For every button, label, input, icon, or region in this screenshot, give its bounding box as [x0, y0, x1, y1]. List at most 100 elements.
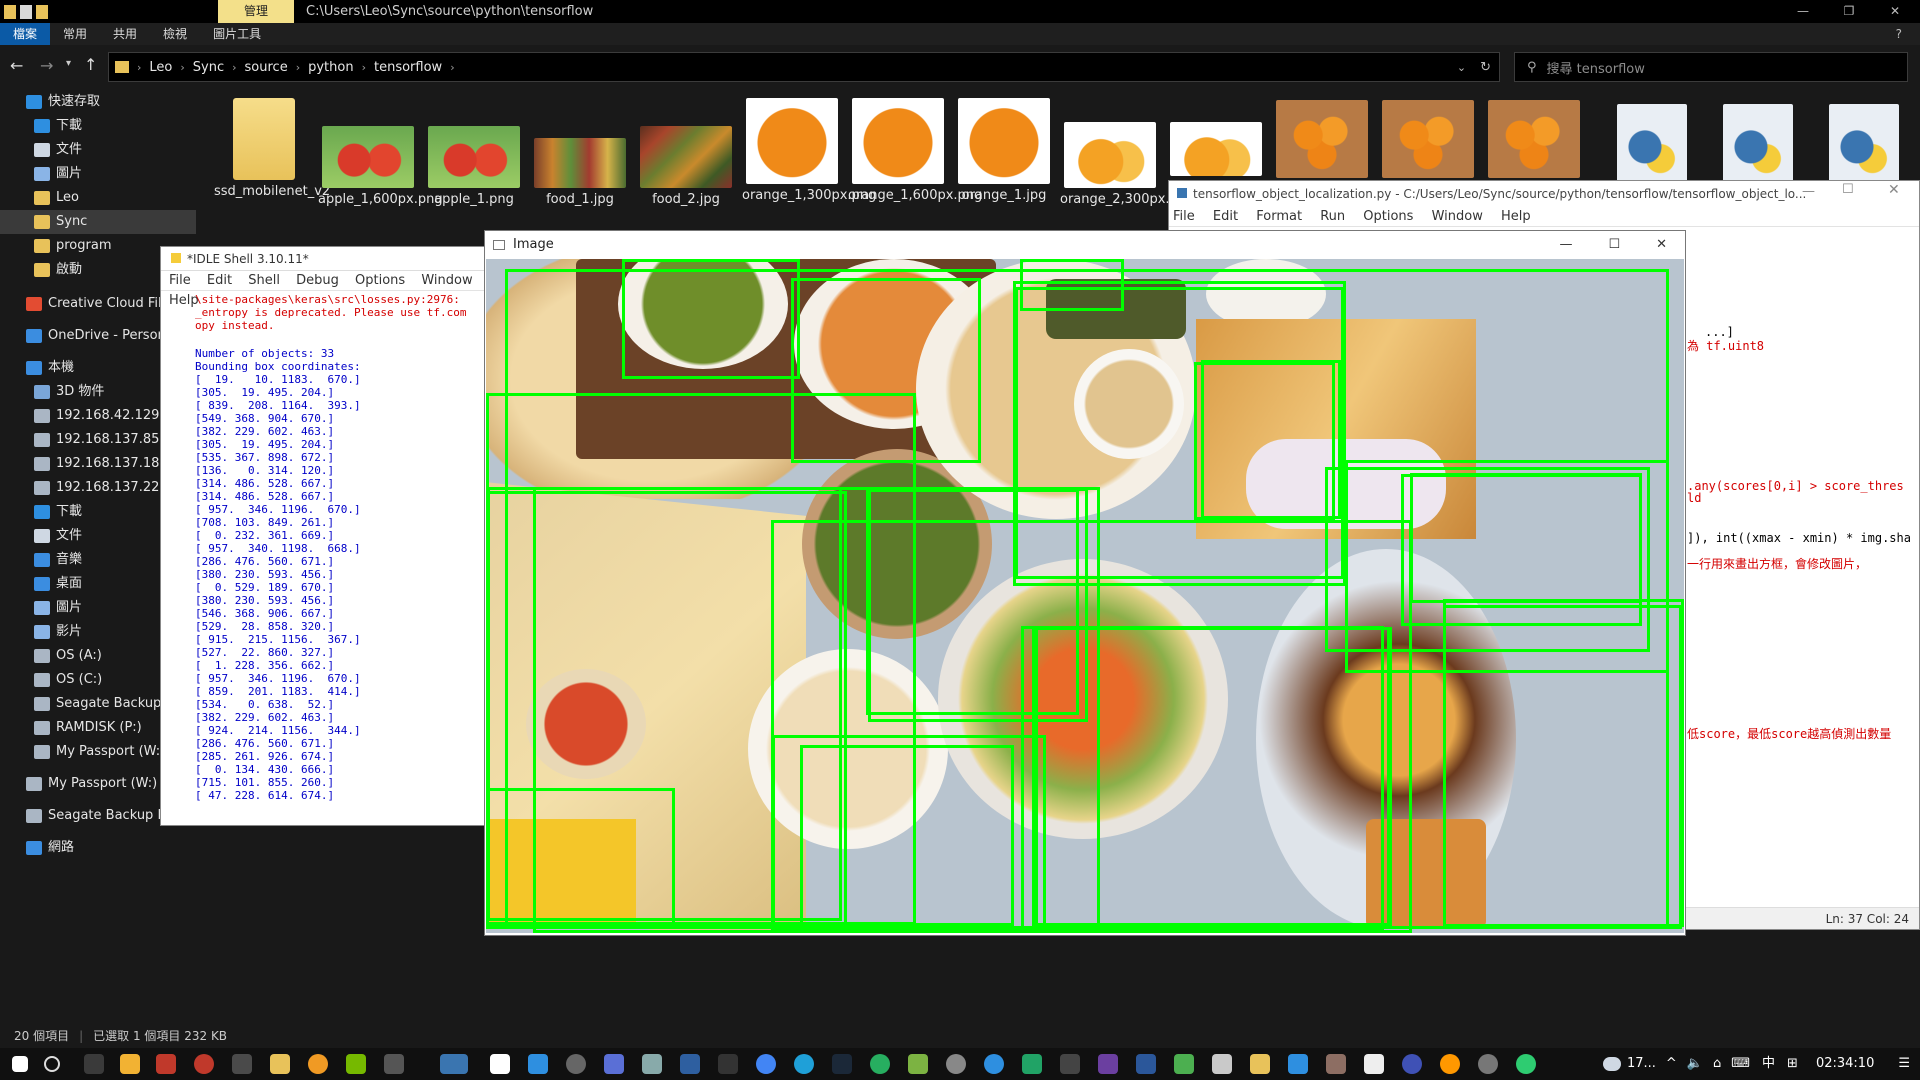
app-icon[interactable] [1174, 1054, 1194, 1074]
help-icon[interactable]: ? [1896, 27, 1902, 41]
properties-icon[interactable] [20, 4, 32, 19]
app-icon[interactable] [1288, 1054, 1308, 1074]
nav-documents[interactable]: 文件 [34, 138, 82, 162]
app-icon[interactable] [232, 1054, 252, 1074]
file-item[interactable]: orange_1,600px.png [848, 98, 982, 204]
app-icon[interactable] [984, 1054, 1004, 1074]
app-icon[interactable] [908, 1054, 928, 1074]
menu-options[interactable]: Options [1363, 209, 1413, 224]
image-close-button[interactable]: ✕ [1656, 231, 1667, 259]
file-item[interactable]: orange_1.jpg [954, 98, 1054, 204]
terminal-icon[interactable] [84, 1054, 104, 1074]
nav-my-passport-pc[interactable]: My Passport (W:) [34, 740, 165, 764]
breadcrumb-tensorflow[interactable]: tensorflow [374, 60, 442, 75]
editor-minimize-button[interactable]: — [1802, 184, 1815, 199]
app-icon[interactable] [1326, 1054, 1346, 1074]
file-item[interactable] [1166, 98, 1266, 180]
clock[interactable]: 02:34:10 [1816, 1048, 1874, 1080]
nav-onedrive[interactable]: OneDrive - Personal [26, 324, 177, 348]
file-item[interactable]: food_2.jpg [636, 98, 736, 208]
up-arrow-icon[interactable]: ↑ [84, 55, 97, 74]
tab-view[interactable]: 檢視 [150, 23, 200, 45]
menu-format[interactable]: Format [1256, 209, 1302, 224]
tab-file[interactable]: 檔案 [0, 23, 51, 45]
nav-ramdisk[interactable]: RAMDISK (P:) [34, 716, 142, 740]
teams-icon[interactable] [604, 1054, 624, 1074]
nav-music[interactable]: 音樂 [34, 548, 82, 572]
editor-close-button[interactable]: ✕ [1888, 182, 1900, 198]
breadcrumb-source[interactable]: source [245, 60, 288, 75]
keyboard-icon[interactable]: ⌨ [1731, 1048, 1750, 1080]
image-maximize-button[interactable]: ☐ [1608, 231, 1620, 259]
file-item[interactable]: orange_2,300px.png [1060, 98, 1194, 208]
nav-network[interactable]: 網路 [26, 836, 74, 860]
app-icon[interactable] [1060, 1054, 1080, 1074]
nav-startup[interactable]: 啟動 [34, 258, 82, 282]
input-mode-icon[interactable]: ⊞ [1787, 1048, 1798, 1080]
app-icon[interactable] [566, 1054, 586, 1074]
nav-pictures[interactable]: 圖片 [34, 162, 82, 186]
refresh-icon[interactable]: ↻ [1480, 60, 1491, 75]
nav-desktop[interactable]: 桌面 [34, 572, 82, 596]
menu-file[interactable]: File [1173, 209, 1195, 224]
maximize-button[interactable]: ❐ [1826, 0, 1872, 23]
app-icon[interactable] [870, 1054, 890, 1074]
menu-shell[interactable]: Shell [248, 273, 280, 288]
breadcrumb-leo[interactable]: Leo [149, 60, 172, 75]
new-folder-icon[interactable] [36, 4, 48, 19]
steam-icon[interactable] [832, 1054, 852, 1074]
image-minimize-button[interactable]: — [1559, 231, 1572, 259]
file-item[interactable]: orange_1,300px.png [742, 98, 876, 204]
app-icon[interactable] [120, 1054, 140, 1074]
menu-file[interactable]: File [169, 273, 191, 288]
app-icon[interactable] [642, 1054, 662, 1074]
close-button[interactable]: ✕ [1872, 0, 1918, 23]
menu-window[interactable]: Window [1432, 209, 1483, 224]
nav-quick-access[interactable]: 快速存取 [26, 90, 100, 114]
app-icon[interactable] [1098, 1054, 1118, 1074]
menu-options[interactable]: Options [355, 273, 405, 288]
file-item[interactable] [1378, 98, 1478, 182]
file-item[interactable]: food_1.jpg [530, 98, 630, 208]
chrome-icon[interactable] [756, 1054, 776, 1074]
nav-creative-cloud[interactable]: Creative Cloud Files [26, 292, 176, 316]
tab-picture-tools[interactable]: 圖片工具 [200, 23, 274, 45]
file-item[interactable]: apple_1,600px.png [318, 98, 443, 208]
menu-edit[interactable]: Edit [1213, 209, 1238, 224]
recent-chevron-icon[interactable]: ▾ [66, 58, 71, 69]
app-icon[interactable] [946, 1054, 966, 1074]
file-item[interactable]: ssd_mobilenet_v2 [214, 98, 330, 200]
nav-downloads[interactable]: 下載 [34, 114, 82, 138]
weather-icon[interactable] [1602, 1057, 1621, 1071]
nav-pc-documents[interactable]: 文件 [34, 524, 82, 548]
file-item[interactable] [1814, 98, 1914, 186]
back-arrow-icon[interactable]: ← [10, 56, 23, 75]
app-icon[interactable] [1136, 1054, 1156, 1074]
nav-pc-downloads[interactable]: 下載 [34, 500, 82, 524]
nav-network-drive-3[interactable]: 192.168.137.186 [34, 452, 168, 476]
sync-icon[interactable] [1516, 1054, 1536, 1074]
nav-network-drive-1[interactable]: 192.168.42.129 [34, 404, 159, 428]
app-icon[interactable] [1022, 1054, 1042, 1074]
forward-arrow-icon[interactable]: → [40, 56, 53, 75]
app-icon[interactable] [1440, 1054, 1460, 1074]
search-input[interactable]: ⚲ 搜尋 tensorflow [1514, 52, 1908, 82]
menu-edit[interactable]: Edit [207, 273, 232, 288]
menu-help[interactable]: Help [1501, 209, 1531, 224]
nav-sync[interactable]: Sync [0, 210, 196, 234]
app-icon[interactable] [308, 1054, 328, 1074]
nav-my-passport[interactable]: My Passport (W:) [26, 772, 157, 796]
app-icon[interactable] [490, 1054, 510, 1074]
breadcrumb-sync[interactable]: Sync [193, 60, 224, 75]
editor-maximize-button[interactable]: ☐ [1842, 182, 1854, 197]
file-item[interactable] [1272, 98, 1372, 182]
volume-icon[interactable]: 🔈 [1687, 1048, 1703, 1080]
notification-icon[interactable]: ☰ [1898, 1048, 1910, 1080]
nav-network-drive-2[interactable]: 192.168.137.85 [34, 428, 159, 452]
menu-debug[interactable]: Debug [296, 273, 339, 288]
picture-tools-context-tab[interactable]: 管理 [218, 0, 294, 23]
file-item[interactable] [1484, 98, 1584, 182]
app-icon[interactable] [194, 1054, 214, 1074]
nav-leo[interactable]: Leo [34, 186, 79, 210]
nav-videos[interactable]: 影片 [34, 620, 82, 644]
